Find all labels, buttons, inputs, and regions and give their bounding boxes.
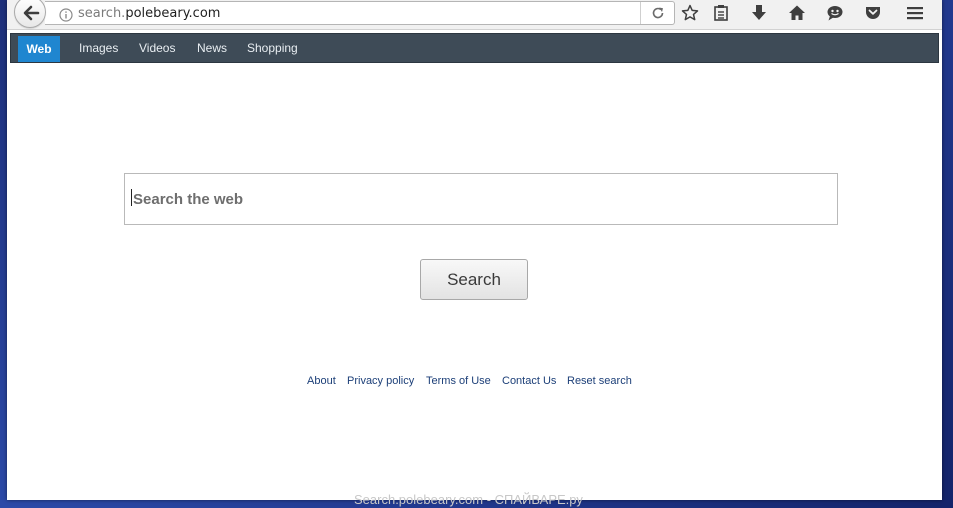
search-input[interactable]	[124, 173, 838, 225]
reading-list-button[interactable]	[710, 3, 732, 23]
watermark-text: Search.polebeary.com - СПАЙВАРЕ.ру	[354, 492, 583, 507]
menu-button[interactable]	[904, 3, 926, 23]
reading-list-icon	[714, 5, 728, 21]
home-icon	[789, 5, 805, 20]
url-bar[interactable]: search.polebeary.com	[45, 1, 675, 25]
bookmark-button[interactable]	[679, 3, 701, 23]
search-nav: Web Images Videos News Shopping	[10, 33, 939, 63]
tab-web[interactable]: Web	[18, 36, 60, 62]
downloads-icon	[752, 5, 766, 20]
menu-icon	[907, 7, 923, 20]
browser-toolbar: search.polebeary.com	[7, 0, 942, 30]
footer-link-about[interactable]: About	[307, 374, 336, 388]
reload-button[interactable]	[640, 2, 674, 24]
text-caret	[131, 189, 132, 206]
info-icon[interactable]	[59, 7, 73, 26]
back-button[interactable]	[14, 0, 46, 28]
footer-link-contact[interactable]: Contact Us	[502, 374, 556, 388]
footer-link-terms[interactable]: Terms of Use	[426, 374, 491, 388]
reload-icon	[652, 7, 664, 19]
tab-news[interactable]: News	[197, 34, 227, 62]
footer-link-privacy[interactable]: Privacy policy	[347, 374, 414, 388]
downloads-button[interactable]	[748, 3, 770, 23]
tab-shopping[interactable]: Shopping	[247, 34, 298, 62]
pocket-icon	[866, 7, 880, 19]
footer-link-reset[interactable]: Reset search	[567, 374, 632, 388]
browser-window: search.polebeary.com Web Images Videos N…	[7, 0, 942, 500]
url-text[interactable]: search.polebeary.com	[78, 6, 220, 22]
back-arrow-icon	[23, 5, 40, 21]
tab-images[interactable]: Images	[79, 34, 118, 62]
home-button[interactable]	[786, 3, 808, 23]
chat-button[interactable]	[824, 3, 846, 23]
chat-icon	[827, 6, 843, 21]
url-domain: polebeary.com	[125, 6, 221, 21]
search-button[interactable]: Search	[420, 259, 528, 300]
pocket-button[interactable]	[862, 3, 884, 23]
bookmark-star-icon	[681, 4, 699, 21]
url-prefix: search.	[78, 6, 126, 21]
tab-videos[interactable]: Videos	[139, 34, 175, 62]
